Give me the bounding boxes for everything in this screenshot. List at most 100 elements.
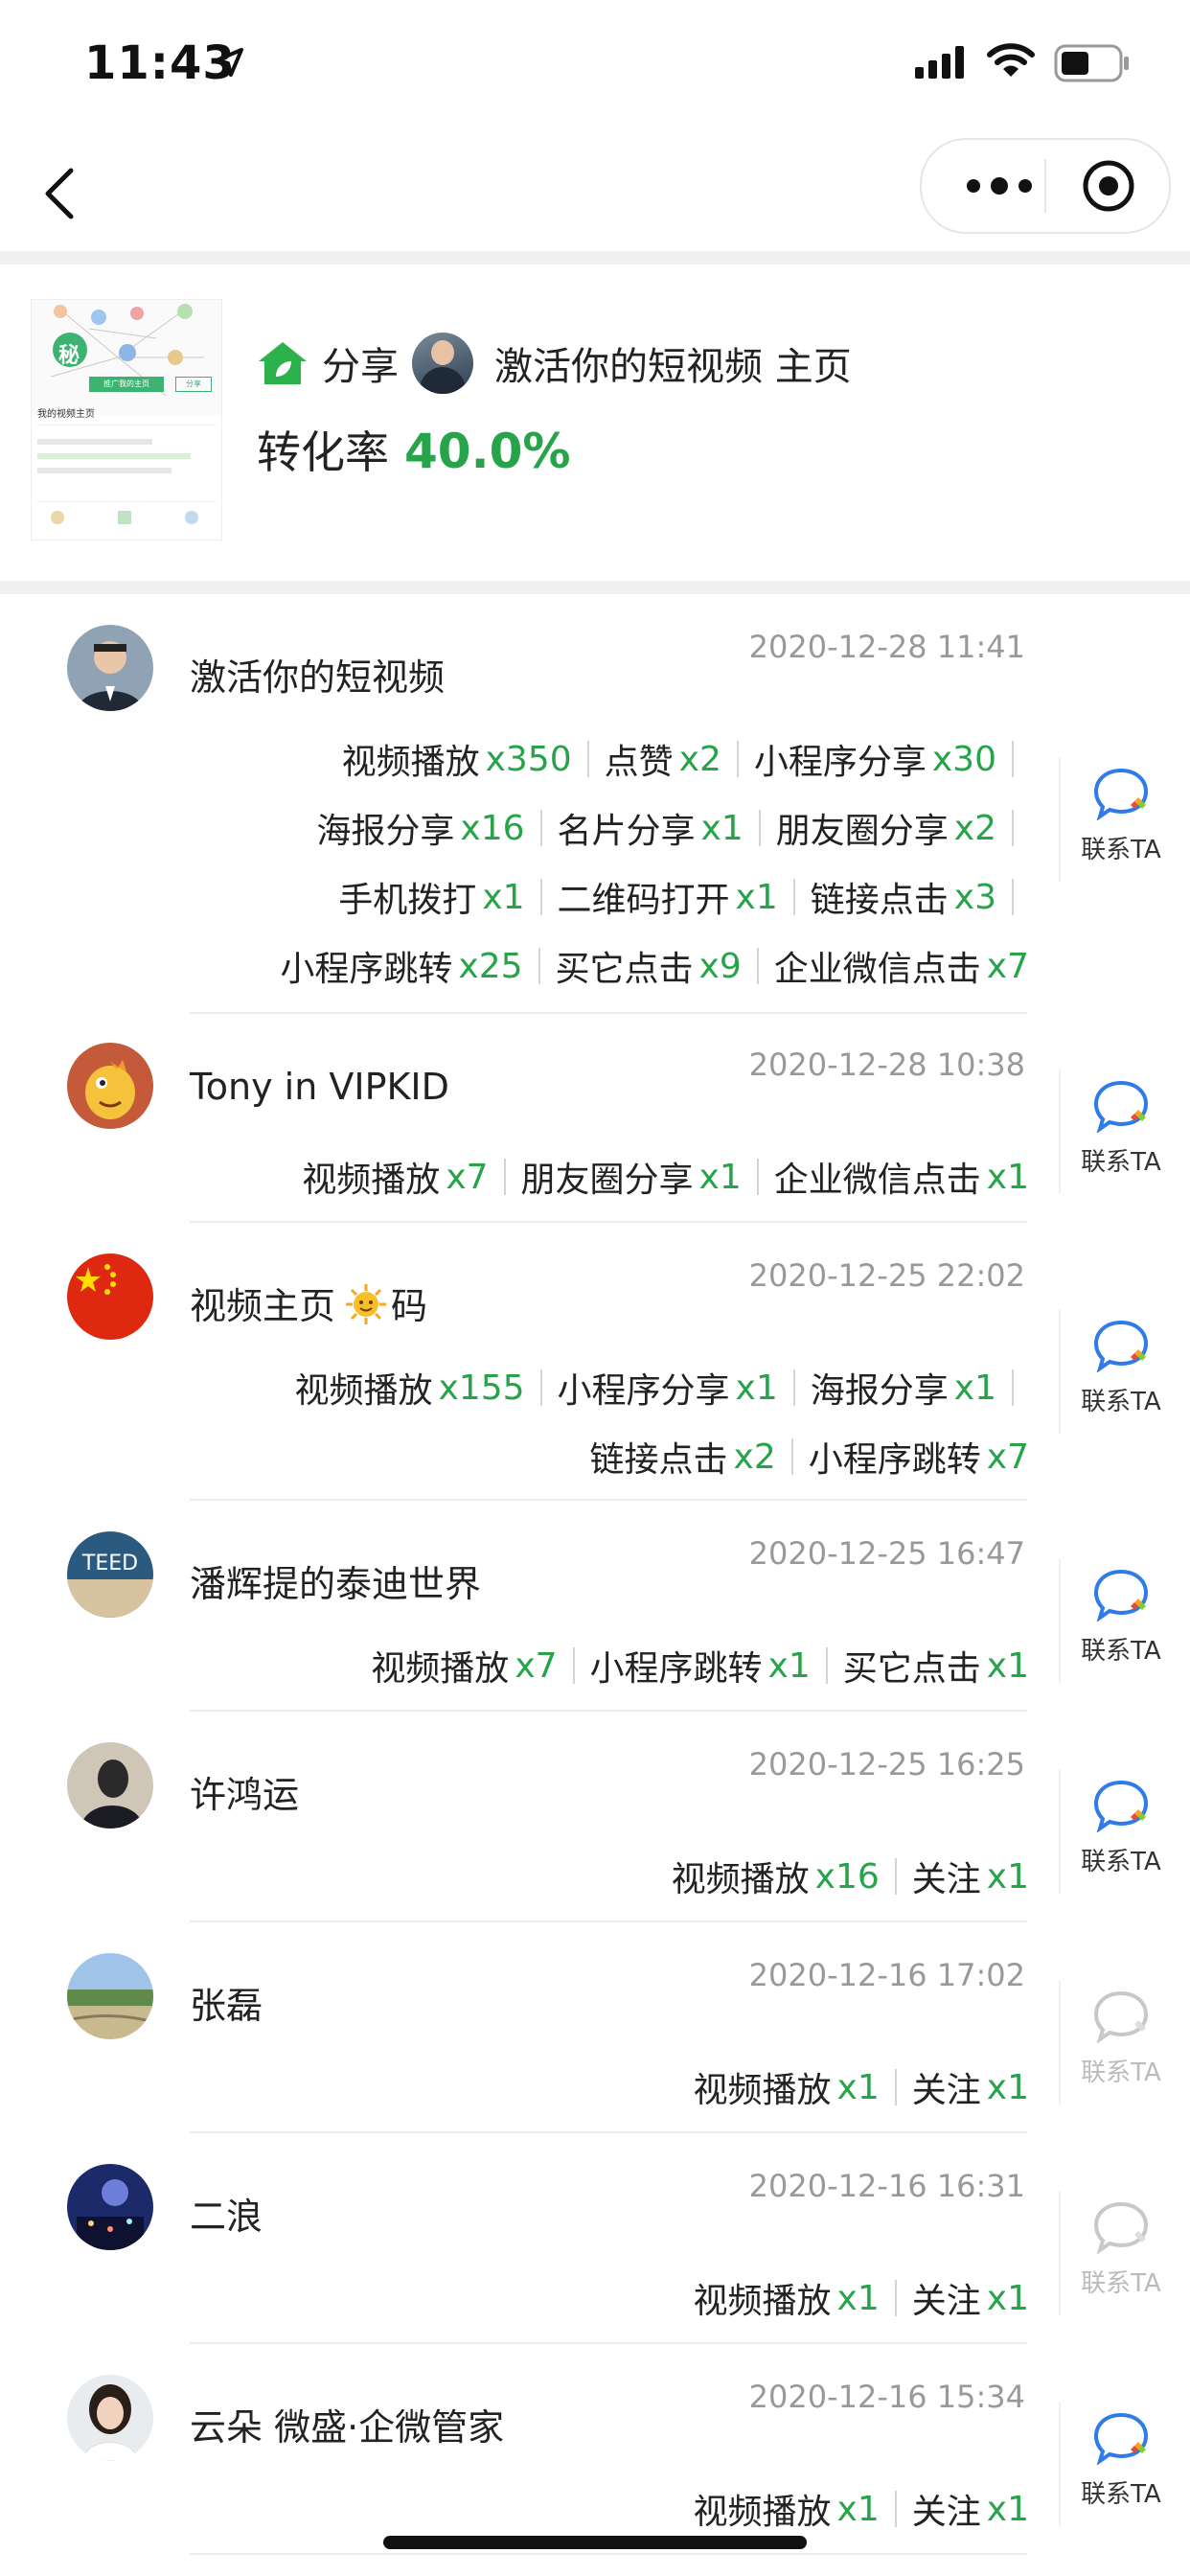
row-divider: [190, 1920, 1027, 1922]
stat-separator: [756, 948, 759, 984]
back-chevron-icon[interactable]: [38, 163, 86, 224]
stat-label: 小程序跳转: [589, 1649, 763, 1689]
stat-label: 小程序跳转: [808, 1440, 981, 1480]
stat-count: x2: [733, 1437, 776, 1477]
stat-item: 点赞 x2: [605, 734, 721, 784]
stat-separator: [538, 948, 540, 984]
visitor-avatar[interactable]: [67, 1254, 153, 1340]
stat-count: x1: [986, 2278, 1029, 2318]
stat-item: 朋友圈分享 x2: [776, 803, 996, 853]
stat-separator: [894, 2491, 897, 2527]
stat-count: x7: [986, 946, 1029, 986]
list-item[interactable]: 二浪 2020-12-16 16:31 视频播放 x1 关注 x1 联系TA: [0, 2152, 1190, 2344]
list-item[interactable]: 视频主页码 2020-12-25 22:02 视频播放 x155 小程序分享 x1 海报分享…: [0, 1242, 1190, 1501]
stat-item: 关注 x1: [912, 1852, 1029, 1901]
stat-label: 关注: [911, 2493, 981, 2532]
wifi-icon: [987, 43, 1035, 77]
visitor-avatar[interactable]: [67, 625, 153, 711]
row-divider: [190, 1499, 1027, 1501]
stat-separator: [539, 1369, 542, 1406]
chat-bubble-icon: [1059, 1079, 1183, 1137]
visitor-name-text: 视频主页: [190, 1285, 336, 1327]
chat-bubble-icon: [1059, 1779, 1183, 1836]
contact-button[interactable]: 联系TA: [1059, 1309, 1183, 1434]
stat-count: x1: [836, 2067, 880, 2107]
action-stats: 视频播放 x7 小程序跳转 x1 买它点击 x1: [167, 1631, 1029, 1700]
stat-label: 二维码打开: [557, 881, 730, 920]
contact-button[interactable]: 联系TA: [1059, 1070, 1183, 1194]
visitor-avatar[interactable]: [67, 1043, 153, 1129]
stat-label: 视频播放: [693, 2282, 832, 2321]
stat-count: x16: [460, 808, 525, 848]
action-stats: 视频播放 x155 小程序分享 x1 海报分享 x1 链接点击 x2 小程序跳转 x7: [167, 1353, 1029, 1491]
stat-label: 海报分享: [810, 1371, 949, 1411]
close-target-icon[interactable]: [1080, 157, 1137, 215]
visitor-name: 潘辉提的泰迪世界: [190, 1554, 481, 1607]
stat-label: 企业微信点击: [773, 950, 981, 989]
stat-count: x1: [836, 2278, 880, 2318]
action-stats: 视频播放 x1 关注 x1: [167, 2474, 1029, 2543]
thumb-line: [37, 501, 216, 502]
chat-bubble-icon: [1059, 767, 1183, 824]
stat-line: 视频播放 x7 小程序跳转 x1 买它点击 x1: [167, 1631, 1029, 1700]
contact-button[interactable]: 联系TA: [1059, 757, 1183, 882]
stat-label: 海报分享: [316, 812, 455, 851]
stat-line: 视频播放 x1 关注 x1: [167, 2474, 1029, 2543]
visit-timestamp: 2020-12-16 16:31: [748, 2168, 1025, 2204]
list-item[interactable]: 激活你的短视频 2020-12-28 11:41 视频播放 x350 点赞 x2 小程序分享…: [0, 613, 1190, 1014]
contact-label: 联系TA: [1081, 2480, 1161, 2509]
thumb-icon: [118, 511, 131, 524]
stat-line: 视频播放 x1 关注 x1: [167, 2053, 1029, 2122]
stat-item: 链接点击 x3: [811, 872, 996, 922]
stat-separator: [539, 810, 542, 846]
contact-button[interactable]: 联系TA: [1059, 1769, 1183, 1894]
stat-item: 视频播放 x350: [342, 734, 572, 784]
visitor-name-text: 激活你的短视频: [190, 656, 446, 699]
visitor-avatar[interactable]: [67, 1953, 153, 2039]
visit-timestamp: 2020-12-25 16:47: [748, 1535, 1025, 1572]
stat-count: x1: [735, 877, 778, 917]
share-label: 分享: [322, 345, 399, 389]
visitor-avatar[interactable]: [67, 2164, 153, 2250]
row-divider: [190, 2131, 1027, 2133]
thumb-share-button: 分享: [175, 377, 212, 392]
contact-button[interactable]: 联系TA: [1059, 1980, 1183, 2104]
stat-separator: [1012, 810, 1014, 846]
list-item[interactable]: Tony in VIPKID 2020-12-28 10:38 视频播放 x7 朋友圈分…: [0, 1031, 1190, 1223]
contact-label: 联系TA: [1081, 2058, 1161, 2087]
list-item[interactable]: 许鸿运 2020-12-25 16:25 视频播放 x16 关注 x1 联系TA: [0, 1731, 1190, 1922]
stat-line: 视频播放 x7 朋友圈分享 x1 企业微信点击 x1: [167, 1142, 1029, 1211]
contact-button[interactable]: 联系TA: [1059, 2191, 1183, 2315]
contact-divider: [1059, 1558, 1061, 1683]
miniprogram-capsule: [920, 138, 1171, 234]
visitor-avatar[interactable]: [67, 1742, 153, 1828]
stat-item: 视频播放 x155: [294, 1363, 524, 1413]
svg-text:TEED: TEED: [81, 1552, 138, 1576]
list-item[interactable]: TEED 潘辉提的泰迪世界 2020-12-25 16:47 视频播放 x7 小程序跳转 x…: [0, 1520, 1190, 1712]
thumb-icon: [185, 511, 198, 524]
stat-line: 链接点击 x2 小程序跳转 x7: [167, 1422, 1029, 1491]
stat-count: x2: [678, 739, 721, 779]
stat-label: 小程序跳转: [280, 950, 453, 989]
sharer-avatar[interactable]: [412, 333, 473, 394]
stat-count: x1: [735, 1368, 778, 1408]
stat-line: 视频播放 x1 关注 x1: [167, 2264, 1029, 2333]
stat-count: x155: [438, 1368, 525, 1408]
stat-line: 海报分享 x16 名片分享 x1 朋友圈分享 x2: [167, 794, 1029, 862]
stat-count: x3: [953, 877, 996, 917]
stat-count: x1: [986, 2067, 1029, 2107]
stat-label: 视频播放: [302, 1161, 441, 1200]
row-divider: [190, 1012, 1027, 1014]
contact-button[interactable]: 联系TA: [1059, 1558, 1183, 1683]
list-item[interactable]: 云朵 微盛·企微管家 2020-12-16 15:34 视频播放 x1 关注 x1 联系TA: [0, 2363, 1190, 2555]
page-thumbnail[interactable]: 秘 我的视频主页 推广我的主页 分享: [31, 299, 222, 540]
visitor-avatar[interactable]: TEED: [67, 1531, 153, 1618]
visitor-name: Tony in VIPKID: [190, 1066, 449, 1108]
stat-item: 视频播放 x16: [672, 1852, 880, 1901]
contact-divider: [1059, 757, 1061, 882]
contact-button[interactable]: 联系TA: [1059, 2402, 1183, 2526]
stat-item: 名片分享 x1: [558, 803, 744, 853]
list-item[interactable]: 张磊 2020-12-16 17:02 视频播放 x1 关注 x1 联系TA: [0, 1942, 1190, 2133]
more-dots-icon[interactable]: [956, 163, 1042, 209]
visitor-avatar[interactable]: [67, 2375, 153, 2461]
